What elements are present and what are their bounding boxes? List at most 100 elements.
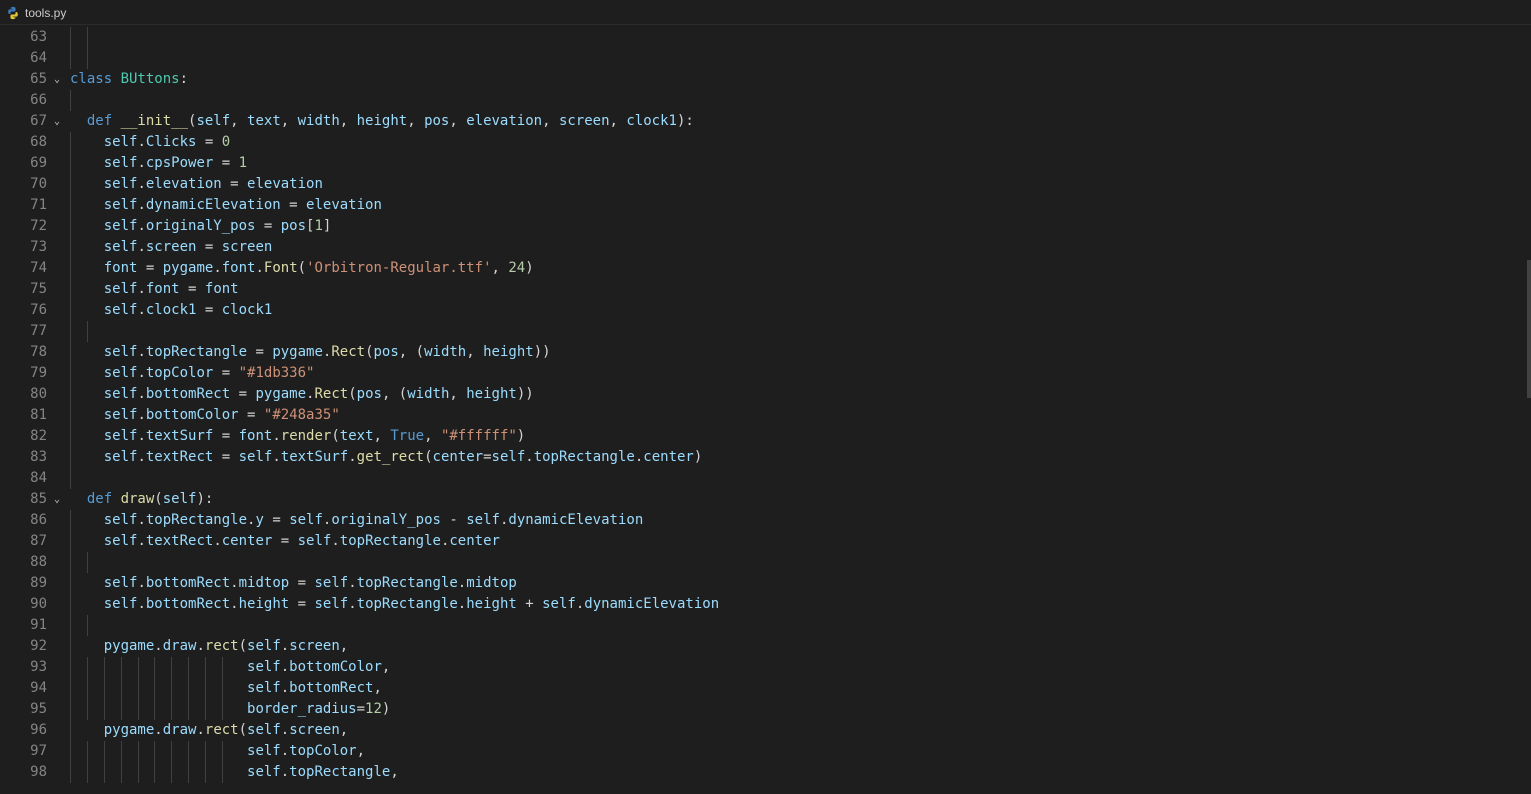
code-line[interactable]: 92 pygame.draw.rect(self.screen, <box>0 636 1500 657</box>
line-number: 93 <box>30 659 47 675</box>
code-line[interactable]: 95 border_radius=12) <box>0 699 1500 720</box>
code-line[interactable]: 73 self.screen = screen <box>0 237 1500 258</box>
indent-guide <box>205 678 206 699</box>
code-token: : <box>179 71 189 87</box>
code-token: self <box>297 533 332 549</box>
code-line[interactable]: 68 self.Clicks = 0 <box>0 132 1500 153</box>
indent-guide <box>188 657 189 678</box>
code-token: self <box>103 281 138 297</box>
code-token: rect <box>204 638 239 654</box>
code-token: . <box>154 722 163 738</box>
indent-guide <box>70 90 71 111</box>
indent-guide <box>154 678 155 699</box>
line-number: 89 <box>30 575 47 591</box>
code-line[interactable]: 70 self.elevation = elevation <box>0 174 1500 195</box>
code-token: font <box>221 260 256 276</box>
line-number: 73 <box>30 239 47 255</box>
fold-chevron-icon[interactable]: ⌄ <box>51 489 63 510</box>
code-text: border_radius=12) <box>70 699 390 720</box>
indent-guide <box>70 468 71 489</box>
code-token: . <box>331 533 340 549</box>
tab-tools-py[interactable]: tools.py <box>0 0 74 25</box>
code-line[interactable]: 89 self.bottomRect.midtop = self.topRect… <box>0 573 1500 594</box>
code-line[interactable]: 81 self.bottomColor = "#248a35" <box>0 405 1500 426</box>
code-line[interactable]: 85 ⌄ def draw(self): <box>0 489 1500 510</box>
indent-guide <box>104 699 105 720</box>
code-line[interactable]: 94 self.bottomRect, <box>0 678 1500 699</box>
code-token: = <box>196 239 222 255</box>
code-token: dynamicElevation <box>508 512 644 528</box>
code-line[interactable]: 67 ⌄ def __init__(self, text, width, heig… <box>0 111 1500 132</box>
code-token: font <box>204 281 239 297</box>
code-line[interactable]: 65 ⌄ class BUttons: <box>0 69 1500 90</box>
code-line[interactable]: 66 <box>0 90 1500 111</box>
code-line[interactable]: 77 <box>0 321 1500 342</box>
code-line[interactable]: 75 self.font = font <box>0 279 1500 300</box>
code-line[interactable]: 97 self.topColor, <box>0 741 1500 762</box>
code-token: = <box>196 302 222 318</box>
code-token: . <box>525 449 534 465</box>
vertical-scrollbar[interactable] <box>1517 26 1531 794</box>
code-line[interactable]: 72 self.originalY_pos = pos[1] <box>0 216 1500 237</box>
code-token: height <box>356 113 408 129</box>
code-token: = <box>356 701 366 717</box>
code-line[interactable]: 86 self.topRectangle.y = self.originalY_… <box>0 510 1500 531</box>
scrollbar-thumb[interactable] <box>1527 260 1531 398</box>
line-number: 63 <box>30 29 47 45</box>
code-line[interactable]: 91 <box>0 615 1500 636</box>
indent-guide <box>171 678 172 699</box>
code-token: pygame <box>255 386 307 402</box>
code-line[interactable]: 64 <box>0 48 1500 69</box>
code-line[interactable]: 98 self.topRectangle, <box>0 762 1500 783</box>
code-line[interactable]: 93 self.bottomColor, <box>0 657 1500 678</box>
code-line[interactable]: 90 self.bottomRect.height = self.topRect… <box>0 594 1500 615</box>
code-line[interactable]: 87 self.textRect.center = self.topRectan… <box>0 531 1500 552</box>
code-token: . <box>137 239 146 255</box>
code-line[interactable]: 88 <box>0 552 1500 573</box>
code-token: . <box>137 134 146 150</box>
code-token: . <box>280 743 290 759</box>
code-token: self <box>103 512 138 528</box>
code-token: . <box>196 638 205 654</box>
code-token: 1 <box>314 218 323 234</box>
code-line[interactable]: 96 pygame.draw.rect(self.screen, <box>0 720 1500 741</box>
code-token: , <box>339 113 357 129</box>
code-line[interactable]: 69 self.cpsPower = 1 <box>0 153 1500 174</box>
code-line[interactable]: 76 self.clock1 = clock1 <box>0 300 1500 321</box>
code-line[interactable]: 74 font = pygame.font.Font('Orbitron-Reg… <box>0 258 1500 279</box>
indent-guide <box>121 741 122 762</box>
code-token: , <box>466 344 484 360</box>
code-token: border_radius <box>247 701 357 717</box>
code-line[interactable]: 84 <box>0 468 1500 489</box>
code-token: ) <box>693 449 703 465</box>
code-line[interactable]: 82 self.textSurf = font.render(text, Tru… <box>0 426 1500 447</box>
code-token: render <box>280 428 332 444</box>
code-token: pygame <box>272 344 323 360</box>
code-line[interactable]: 80 self.bottomRect = pygame.Rect(pos, (w… <box>0 384 1500 405</box>
tab-bar: tools.py <box>0 0 1531 25</box>
indent-guide <box>104 741 105 762</box>
code-token: bottomColor <box>145 407 239 423</box>
code-token: self <box>103 449 138 465</box>
code-token: . <box>348 596 357 612</box>
code-token: font <box>145 281 180 297</box>
code-line[interactable]: 71 self.dynamicElevation = elevation <box>0 195 1500 216</box>
line-number: 81 <box>30 407 47 423</box>
code-token: . <box>348 449 357 465</box>
code-line[interactable]: 78 self.topRectangle = pygame.Rect(pos, … <box>0 342 1500 363</box>
indent-guide <box>70 321 71 342</box>
code-token: . <box>137 386 146 402</box>
code-token: , <box>339 638 349 654</box>
code-line[interactable]: 83 self.textRect = self.textSurf.get_rec… <box>0 447 1500 468</box>
code-line[interactable]: 79 self.topColor = "#1db336" <box>0 363 1500 384</box>
indent-guide <box>70 279 71 300</box>
fold-chevron-icon[interactable]: ⌄ <box>51 69 63 90</box>
code-editor[interactable]: 63 64 65 ⌄ class BUttons: 66 67 ⌄ def __init__(… <box>0 26 1531 794</box>
fold-chevron-icon[interactable]: ⌄ <box>51 111 63 132</box>
code-line[interactable]: 63 <box>0 27 1500 48</box>
code-token: self <box>247 638 281 654</box>
